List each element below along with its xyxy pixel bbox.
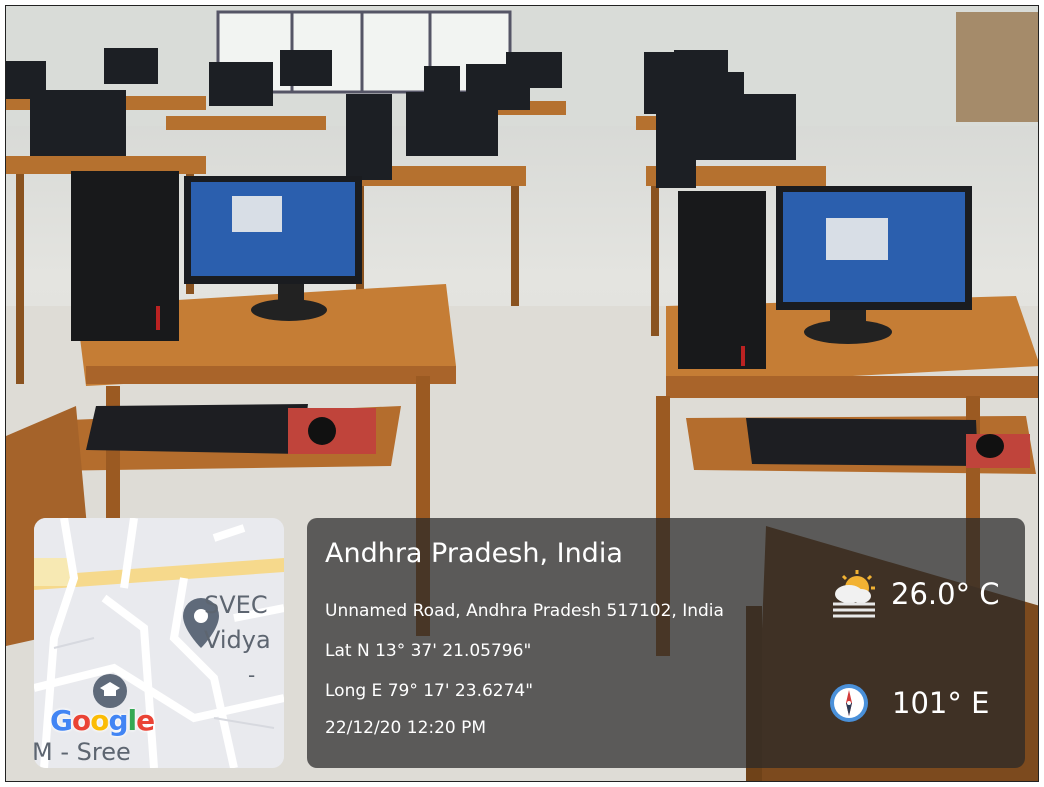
classroom-photo: SVEC Vidya - M - Sree Google Andhra Prad… [5, 5, 1039, 782]
graduation-cap-icon [93, 674, 127, 708]
heading-text: 101° E [892, 686, 990, 720]
location-title: Andhra Pradesh, India [325, 538, 623, 569]
map-thumbnail[interactable]: SVEC Vidya - M - Sree Google [34, 518, 284, 768]
latitude-text: Lat N 13° 37' 21.05796" [325, 641, 532, 661]
compass-icon [830, 684, 868, 722]
address-text: Unnamed Road, Andhra Pradesh 517102, Ind… [325, 601, 724, 621]
longitude-text: Long E 79° 17' 23.6274" [325, 681, 534, 701]
map-bottom-label: M - Sree [34, 738, 131, 766]
map-poi-label-line2: Vidya [204, 626, 271, 654]
datetime-text: 22/12/20 12:20 PM [325, 718, 487, 738]
map-poi-label-line1: SVEC [204, 591, 268, 619]
google-logo: Google [50, 704, 155, 737]
location-info-card: Andhra Pradesh, India Unnamed Road, Andh… [307, 518, 1025, 768]
temperature-text: 26.0° C [891, 577, 1000, 611]
map-poi-label-dash: - [248, 663, 256, 687]
weather-cloud-sun-icon [833, 570, 875, 618]
